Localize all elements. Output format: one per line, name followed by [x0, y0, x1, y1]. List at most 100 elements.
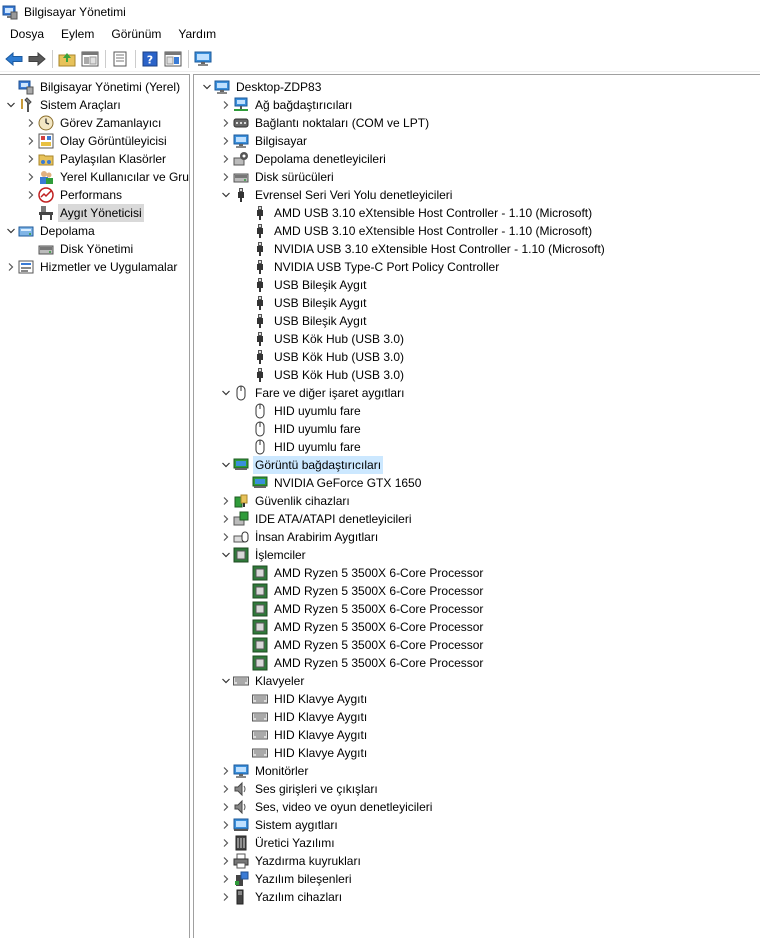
back-icon[interactable] [3, 48, 25, 70]
tree-row[interactable]: Görüntü bağdaştırıcıları [219, 456, 384, 474]
chevron-right-icon[interactable] [219, 132, 233, 150]
tree-row[interactable]: Olay Görüntüleyicisi [24, 132, 169, 150]
chevron-right-icon[interactable] [4, 258, 18, 276]
chevron-right-icon[interactable] [219, 798, 233, 816]
menu-view[interactable]: Görünüm [101, 24, 168, 44]
help-icon[interactable]: ? [139, 48, 161, 70]
tree-row[interactable]: NVIDIA USB Type-C Port Policy Controller [238, 258, 501, 276]
tree-row[interactable]: Disk sürücüleri [219, 168, 336, 186]
chevron-right-icon[interactable] [219, 852, 233, 870]
tree-row[interactable]: Görev Zamanlayıcı [24, 114, 163, 132]
tree-row[interactable]: Performans [24, 186, 124, 204]
tree-row[interactable]: Monitörler [219, 762, 310, 780]
tree-row[interactable]: HID Klavye Aygıtı [238, 690, 369, 708]
chevron-right-icon[interactable] [219, 150, 233, 168]
tree-row[interactable]: HID uyumlu fare [238, 438, 363, 456]
tree-row[interactable]: Bağlantı noktaları (COM ve LPT) [219, 114, 431, 132]
tree-row[interactable]: USB Bileşik Aygıt [238, 276, 368, 294]
chevron-right-icon[interactable] [219, 888, 233, 906]
tree-row[interactable]: Sistem Araçları [4, 96, 123, 114]
tree-row[interactable]: AMD USB 3.10 eXtensible Host Controller … [238, 204, 594, 222]
monitor-icon[interactable] [192, 48, 214, 70]
tree-row[interactable]: Depolama [4, 222, 97, 240]
tree-row[interactable]: Hizmetler ve Uygulamalar [4, 258, 179, 276]
forward-icon[interactable] [26, 48, 48, 70]
tree-row[interactable]: USB Kök Hub (USB 3.0) [238, 330, 406, 348]
tree-row[interactable]: Aygıt Yöneticisi [24, 204, 144, 222]
tree-row[interactable]: HID uyumlu fare [238, 402, 363, 420]
tree-row[interactable]: NVIDIA GeForce GTX 1650 [238, 474, 423, 492]
tree-row[interactable]: İşlemciler [219, 546, 308, 564]
chevron-right-icon[interactable] [219, 816, 233, 834]
action-pane-icon[interactable] [162, 48, 184, 70]
tree-row[interactable]: Bilgisayar [219, 132, 309, 150]
chevron-right-icon[interactable] [24, 114, 38, 132]
tree-row[interactable]: Sistem aygıtları [219, 816, 340, 834]
tree-row[interactable]: Ağ bağdaştırıcıları [219, 96, 354, 114]
tree-row[interactable]: Ses girişleri ve çıkışları [219, 780, 380, 798]
chevron-right-icon[interactable] [219, 168, 233, 186]
properties-icon[interactable] [109, 48, 131, 70]
tree-row[interactable]: Desktop-ZDP83 [200, 78, 323, 96]
tree-row[interactable]: IDE ATA/ATAPI denetleyicileri [219, 510, 414, 528]
tree-row[interactable]: Yazılım cihazları [219, 888, 344, 906]
tree-row[interactable]: Yazdırma kuyrukları [219, 852, 363, 870]
tree-row[interactable]: Klavyeler [219, 672, 306, 690]
tree-row[interactable]: HID Klavye Aygıtı [238, 726, 369, 744]
menu-help[interactable]: Yardım [168, 24, 223, 44]
tree-row[interactable]: AMD Ryzen 5 3500X 6-Core Processor [238, 564, 485, 582]
chevron-down-icon[interactable] [219, 384, 233, 402]
tree-row[interactable]: Yerel Kullanıcılar ve Gru [24, 168, 189, 186]
tree-row[interactable]: AMD Ryzen 5 3500X 6-Core Processor [238, 636, 485, 654]
tree-row[interactable]: USB Kök Hub (USB 3.0) [238, 366, 406, 384]
menu-action[interactable]: Eylem [51, 24, 101, 44]
device-tree-pane[interactable]: Desktop-ZDP83 Ağ bağdaştırıcıları Bağlantı… [193, 74, 760, 941]
chevron-down-icon[interactable] [219, 456, 233, 474]
tree-row[interactable]: Üretici Yazılımı [219, 834, 337, 852]
chevron-right-icon[interactable] [219, 528, 233, 546]
tree-row[interactable]: USB Bileşik Aygıt [238, 312, 368, 330]
chevron-down-icon[interactable] [4, 222, 18, 240]
tree-row[interactable]: AMD Ryzen 5 3500X 6-Core Processor [238, 600, 485, 618]
chevron-right-icon[interactable] [219, 780, 233, 798]
tree-row[interactable]: HID uyumlu fare [238, 420, 363, 438]
tree-row[interactable]: Güvenlik cihazları [219, 492, 352, 510]
chevron-down-icon[interactable] [219, 186, 233, 204]
tree-row[interactable]: Paylaşılan Klasörler [24, 150, 168, 168]
tree-row[interactable]: İnsan Arabirim Aygıtları [219, 528, 380, 546]
menu-file[interactable]: Dosya [0, 24, 51, 44]
chevron-down-icon[interactable] [200, 78, 214, 96]
chevron-down-icon[interactable] [4, 96, 18, 114]
chevron-right-icon[interactable] [219, 114, 233, 132]
chevron-right-icon[interactable] [219, 492, 233, 510]
tree-row[interactable]: Fare ve diğer işaret aygıtları [219, 384, 406, 402]
chevron-right-icon[interactable] [219, 510, 233, 528]
chevron-right-icon[interactable] [24, 168, 38, 186]
tree-row[interactable]: Evrensel Seri Veri Yolu denetleyicileri [219, 186, 454, 204]
chevron-right-icon[interactable] [219, 870, 233, 888]
tree-row[interactable]: NVIDIA USB 3.10 eXtensible Host Controll… [238, 240, 607, 258]
chevron-right-icon[interactable] [219, 762, 233, 780]
tree-row[interactable]: Ses, video ve oyun denetleyicileri [219, 798, 434, 816]
chevron-down-icon[interactable] [219, 672, 233, 690]
tree-row[interactable]: AMD Ryzen 5 3500X 6-Core Processor [238, 582, 485, 600]
show-hide-tree-icon[interactable] [79, 48, 101, 70]
tree-row[interactable]: HID Klavye Aygıtı [238, 708, 369, 726]
chevron-right-icon[interactable] [24, 132, 38, 150]
chevron-right-icon[interactable] [24, 150, 38, 168]
tree-row[interactable]: AMD Ryzen 5 3500X 6-Core Processor [238, 618, 485, 636]
tree-row[interactable]: Yazılım bileşenleri [219, 870, 353, 888]
console-tree-pane[interactable]: Bilgisayar Yönetimi (Yerel) Sistem Araçla… [0, 74, 190, 941]
tree-row[interactable]: USB Bileşik Aygıt [238, 294, 368, 312]
tree-row[interactable]: HID Klavye Aygıtı [238, 744, 369, 762]
chevron-down-icon[interactable] [219, 546, 233, 564]
up-folder-icon[interactable] [56, 48, 78, 70]
chevron-right-icon[interactable] [24, 186, 38, 204]
tree-row[interactable]: Depolama denetleyicileri [219, 150, 388, 168]
tree-row[interactable]: AMD USB 3.10 eXtensible Host Controller … [238, 222, 594, 240]
chevron-right-icon[interactable] [219, 834, 233, 852]
tree-row[interactable]: USB Kök Hub (USB 3.0) [238, 348, 406, 366]
chevron-right-icon[interactable] [219, 96, 233, 114]
tree-row[interactable]: AMD Ryzen 5 3500X 6-Core Processor [238, 654, 485, 672]
tree-row[interactable]: Disk Yönetimi [24, 240, 135, 258]
